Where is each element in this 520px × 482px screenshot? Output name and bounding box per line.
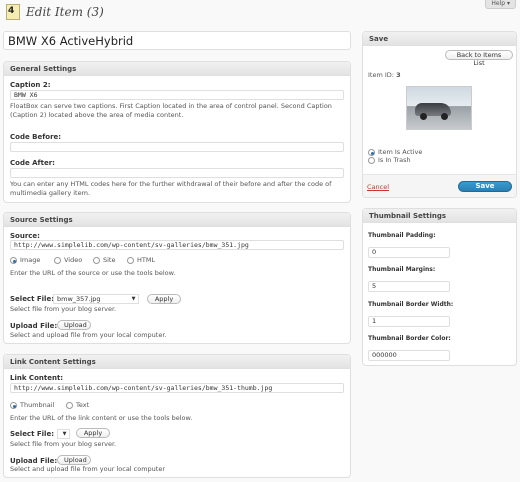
select-help: Select file from your blog server. (10, 305, 117, 313)
wheel-shape (420, 113, 427, 120)
thumbnail-settings-box: Thumbnail Settings Thumbnail Padding: 0 … (362, 208, 517, 366)
code-help: You can enter any HTML codes here for th… (10, 180, 332, 197)
radio-in-trash[interactable] (368, 157, 375, 164)
radio-video-label: Video (64, 256, 83, 264)
upload-file-label: Upload File: (10, 322, 58, 330)
thumbnail-padding-label: Thumbnail Padding: (368, 232, 436, 239)
thumbnail-border-width-input[interactable]: 1 (368, 316, 450, 327)
code-after-input[interactable] (10, 168, 344, 178)
thumbnail-border-width-label: Thumbnail Border Width: (368, 301, 454, 308)
thumbnail-padding-input[interactable]: 0 (368, 247, 450, 258)
apply-button[interactable]: Apply (147, 294, 181, 304)
item-id: Item ID: 3 (368, 71, 401, 80)
code-before-input[interactable] (10, 142, 344, 152)
link-upload-file-label: Upload File: (10, 457, 58, 465)
upload-help: Select and upload file from your local c… (10, 331, 167, 339)
thumbnail-margins-label: Thumbnail Margins: (368, 266, 436, 273)
radio-in-trash-label: Is In Trash (378, 156, 411, 164)
link-select-file-dropdown[interactable]: ▼ (57, 429, 70, 439)
code-before-label: Code Before: (10, 133, 62, 141)
source-input[interactable]: http://www.simplelib.com/wp-content/sv-g… (10, 240, 344, 250)
source-help: Enter the URL of the source or use the t… (10, 269, 176, 277)
item-id-value: 3 (396, 71, 401, 79)
caption2-label: Caption 2: (10, 81, 51, 89)
radio-site-label: Site (103, 256, 116, 264)
radio-text[interactable] (66, 402, 73, 409)
link-settings-box: Link Content Settings Link Content: http… (3, 354, 351, 478)
chevron-down-icon: ▼ (62, 431, 67, 437)
link-help: Enter the URL of the link content or use… (10, 414, 193, 422)
thumbnail-margins-input[interactable]: 5 (368, 281, 450, 292)
item-id-label: Item ID: (368, 71, 394, 79)
save-actions-bar: Cancel Save (363, 174, 516, 197)
radio-thumbnail-label: Thumbnail (20, 401, 55, 409)
radio-html[interactable] (127, 257, 134, 264)
radio-video[interactable] (54, 257, 61, 264)
cancel-link[interactable]: Cancel (367, 183, 389, 191)
chevron-down-icon: ▼ (131, 296, 136, 302)
link-content-label: Link Content: (10, 374, 64, 382)
radio-text-label: Text (76, 401, 90, 409)
thumbnail-border-color-label: Thumbnail Border Color: (368, 335, 451, 342)
page-title: Edit Item (3) (26, 5, 104, 19)
source-settings-box: Source Settings Source: http://www.simpl… (3, 212, 351, 344)
radio-thumbnail[interactable] (10, 402, 17, 409)
thumbnail-border-color-input[interactable]: 000000 (368, 350, 450, 361)
link-select-file-label: Select File: (10, 430, 54, 438)
link-apply-button[interactable]: Apply (76, 428, 110, 438)
save-button[interactable]: Save (458, 181, 512, 192)
select-file-value: bmw_357.jpg (57, 295, 101, 303)
help-button[interactable]: Help ▾ (485, 0, 516, 9)
back-to-items-button[interactable]: Back to Items List (445, 50, 513, 67)
plugin-icon: 4 (6, 4, 20, 20)
source-settings-heading: Source Settings (4, 213, 350, 227)
general-settings-heading: General Settings (4, 62, 350, 76)
select-file-label: Select File: (10, 295, 54, 303)
code-after-label: Code After: (10, 159, 55, 167)
caption2-help: FloatBox can serve two captions. First C… (10, 102, 332, 119)
thumbnail-settings-heading: Thumbnail Settings (363, 209, 516, 223)
general-settings-box: General Settings Caption 2: BMW X6 Float… (3, 61, 351, 203)
link-content-input[interactable]: http://www.simplelib.com/wp-content/sv-g… (10, 383, 344, 393)
radio-html-label: HTML (137, 256, 156, 264)
link-select-help: Select file from your blog server. (10, 440, 117, 448)
item-thumbnail-image (406, 86, 472, 130)
select-file-dropdown[interactable]: bmw_357.jpg ▼ (53, 294, 139, 304)
item-title-input[interactable]: BMW X6 ActiveHybrid (3, 31, 351, 50)
radio-image-label: Image (20, 256, 41, 264)
radio-image[interactable] (10, 257, 17, 264)
save-heading: Save (363, 32, 516, 46)
radio-site[interactable] (93, 257, 100, 264)
link-settings-heading: Link Content Settings (4, 355, 350, 369)
source-label: Source: (10, 232, 40, 240)
wheel-shape (441, 113, 448, 120)
radio-item-active[interactable] (368, 149, 375, 156)
link-upload-button[interactable]: Upload (57, 455, 91, 465)
upload-button[interactable]: Upload (57, 320, 91, 330)
link-upload-help: Select and upload file from your local c… (10, 465, 166, 473)
save-box: Save Back to Items List Item ID: 3 Item … (362, 31, 517, 198)
caption2-input[interactable]: BMW X6 (10, 90, 344, 100)
